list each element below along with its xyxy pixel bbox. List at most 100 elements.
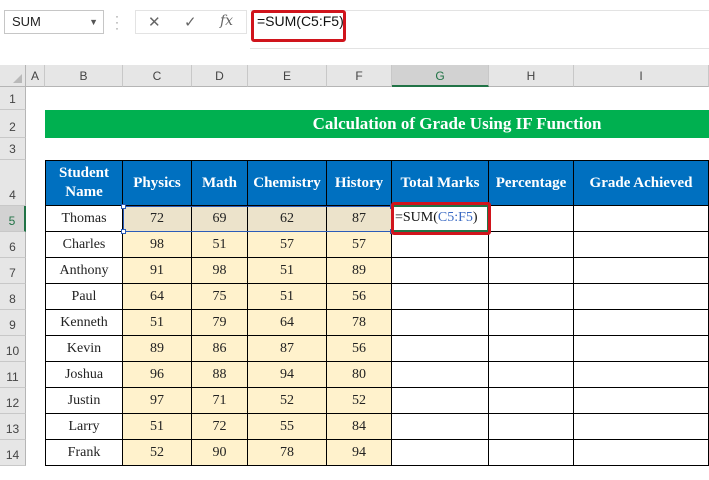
- student-name-cell[interactable]: Larry: [45, 414, 123, 440]
- score-cell[interactable]: 88: [192, 362, 248, 388]
- empty-cell[interactable]: [392, 258, 489, 284]
- empty-cell[interactable]: [574, 336, 709, 362]
- score-cell[interactable]: 56: [327, 336, 392, 362]
- row-header-8[interactable]: 8: [0, 284, 26, 310]
- score-cell[interactable]: 87: [248, 336, 327, 362]
- score-cell[interactable]: 72: [192, 414, 248, 440]
- empty-cell[interactable]: [574, 310, 709, 336]
- row-header-13[interactable]: 13: [0, 414, 26, 440]
- student-name-cell[interactable]: Anthony: [45, 258, 123, 284]
- score-cell[interactable]: 72: [123, 206, 192, 232]
- student-name-cell[interactable]: Charles: [45, 232, 123, 258]
- score-cell[interactable]: 87: [327, 206, 392, 232]
- score-cell[interactable]: 71: [192, 388, 248, 414]
- empty-cell[interactable]: [392, 414, 489, 440]
- score-cell[interactable]: 51: [248, 284, 327, 310]
- empty-cell[interactable]: [574, 414, 709, 440]
- column-header-h[interactable]: H: [489, 65, 574, 87]
- score-cell[interactable]: 89: [123, 336, 192, 362]
- enter-icon[interactable]: ✓: [184, 13, 197, 31]
- score-cell[interactable]: 52: [123, 440, 192, 466]
- column-header-b[interactable]: B: [45, 65, 123, 87]
- row-header-12[interactable]: 12: [0, 388, 26, 414]
- row-header-11[interactable]: 11: [0, 362, 26, 388]
- score-cell[interactable]: 80: [327, 362, 392, 388]
- empty-cell[interactable]: [392, 284, 489, 310]
- empty-cell[interactable]: [489, 310, 574, 336]
- empty-cell[interactable]: [489, 362, 574, 388]
- score-cell[interactable]: 51: [248, 258, 327, 284]
- score-cell[interactable]: 84: [327, 414, 392, 440]
- row-header-5[interactable]: 5: [0, 206, 26, 232]
- column-header-f[interactable]: F: [327, 65, 392, 87]
- drag-handle-icon[interactable]: · · ·: [115, 10, 119, 34]
- score-cell[interactable]: 51: [192, 232, 248, 258]
- column-header-d[interactable]: D: [192, 65, 248, 87]
- empty-cell[interactable]: [574, 440, 709, 466]
- student-name-cell[interactable]: Kevin: [45, 336, 123, 362]
- score-cell[interactable]: 56: [327, 284, 392, 310]
- row-header-2[interactable]: 2: [0, 110, 26, 138]
- score-cell[interactable]: 62: [248, 206, 327, 232]
- row-header-4[interactable]: 4: [0, 160, 26, 206]
- score-cell[interactable]: 96: [123, 362, 192, 388]
- empty-cell[interactable]: [489, 206, 574, 232]
- empty-cell[interactable]: [392, 336, 489, 362]
- score-cell[interactable]: 52: [248, 388, 327, 414]
- chevron-down-icon[interactable]: ▼: [89, 11, 98, 33]
- row-header-7[interactable]: 7: [0, 258, 26, 284]
- student-name-cell[interactable]: Frank: [45, 440, 123, 466]
- student-name-cell[interactable]: Justin: [45, 388, 123, 414]
- column-header-c[interactable]: C: [123, 65, 192, 87]
- empty-cell[interactable]: [392, 232, 489, 258]
- row-header-3[interactable]: 3: [0, 138, 26, 160]
- empty-cell[interactable]: [574, 284, 709, 310]
- score-cell[interactable]: 57: [327, 232, 392, 258]
- student-name-cell[interactable]: Kenneth: [45, 310, 123, 336]
- row-header-1[interactable]: 1: [0, 87, 26, 110]
- student-name-cell[interactable]: Joshua: [45, 362, 123, 388]
- select-all-button[interactable]: [0, 65, 26, 87]
- empty-cell[interactable]: [489, 388, 574, 414]
- student-name-cell[interactable]: Thomas: [45, 206, 123, 232]
- empty-cell[interactable]: [574, 258, 709, 284]
- column-header-e[interactable]: E: [248, 65, 327, 87]
- table-header-cell[interactable]: Physics: [123, 160, 192, 206]
- student-name-cell[interactable]: Paul: [45, 284, 123, 310]
- empty-cell[interactable]: [489, 440, 574, 466]
- row-header-10[interactable]: 10: [0, 336, 26, 362]
- score-cell[interactable]: 51: [123, 414, 192, 440]
- score-cell[interactable]: 89: [327, 258, 392, 284]
- empty-cell[interactable]: [489, 232, 574, 258]
- score-cell[interactable]: 97: [123, 388, 192, 414]
- empty-cell[interactable]: [489, 336, 574, 362]
- row-header-9[interactable]: 9: [0, 310, 26, 336]
- score-cell[interactable]: 94: [248, 362, 327, 388]
- score-cell[interactable]: 78: [327, 310, 392, 336]
- column-header-g[interactable]: G: [392, 65, 489, 87]
- empty-cell[interactable]: [392, 440, 489, 466]
- score-cell[interactable]: 79: [192, 310, 248, 336]
- empty-cell[interactable]: [489, 414, 574, 440]
- score-cell[interactable]: 98: [123, 232, 192, 258]
- empty-cell[interactable]: [574, 232, 709, 258]
- score-cell[interactable]: 55: [248, 414, 327, 440]
- score-cell[interactable]: 90: [192, 440, 248, 466]
- score-cell[interactable]: 57: [248, 232, 327, 258]
- score-cell[interactable]: 78: [248, 440, 327, 466]
- empty-cell[interactable]: [489, 258, 574, 284]
- column-header-a[interactable]: A: [26, 65, 45, 87]
- table-header-cell[interactable]: Chemistry: [248, 160, 327, 206]
- table-header-cell[interactable]: Total Marks: [392, 160, 489, 206]
- name-box[interactable]: SUM ▼: [4, 10, 104, 34]
- sheet-title[interactable]: Calculation of Grade Using IF Function: [45, 110, 709, 138]
- table-header-cell[interactable]: History: [327, 160, 392, 206]
- table-header-cell[interactable]: Percentage: [489, 160, 574, 206]
- empty-cell[interactable]: [574, 388, 709, 414]
- insert-function-icon[interactable]: fx: [220, 13, 233, 29]
- score-cell[interactable]: 52: [327, 388, 392, 414]
- empty-cell[interactable]: [574, 362, 709, 388]
- score-cell[interactable]: 98: [192, 258, 248, 284]
- empty-cell[interactable]: [489, 284, 574, 310]
- empty-cell[interactable]: [574, 206, 709, 232]
